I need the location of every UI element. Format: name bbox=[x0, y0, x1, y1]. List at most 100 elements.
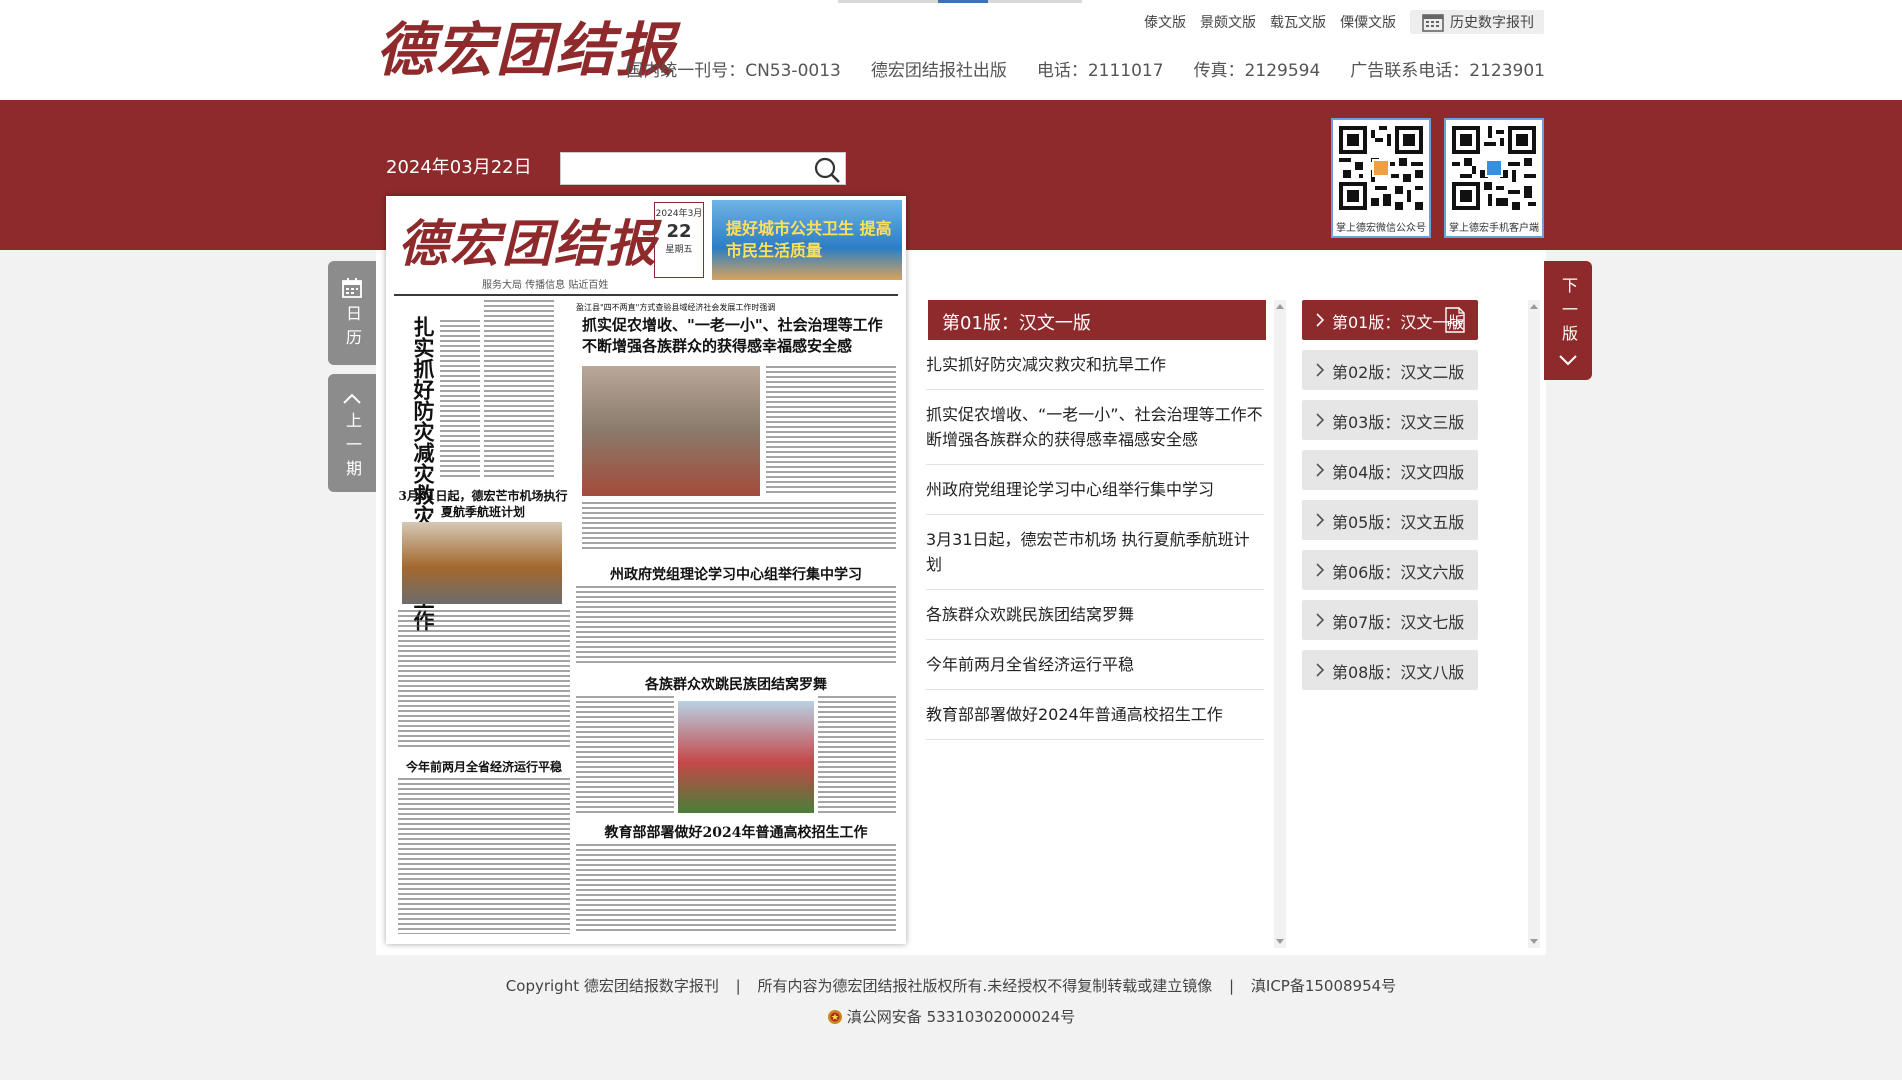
page-tab-08[interactable]: 第08版：汉文八版 bbox=[1302, 650, 1478, 690]
page-tab-label: 第08版：汉文八版 bbox=[1332, 663, 1465, 682]
chevron-right-icon bbox=[1316, 413, 1325, 427]
footer-copyright: Copyright 德宏团结报数字报刊 bbox=[505, 977, 719, 995]
paper-headline-airport: 3月31日起，德宏芒市机场执行夏航季航班计划 bbox=[398, 489, 568, 519]
article-item[interactable]: 各族群众欢跳民族团结窝罗舞 bbox=[926, 590, 1264, 640]
police-badge-icon bbox=[827, 1009, 842, 1024]
page-tab-06[interactable]: 第06版：汉文六版 bbox=[1302, 550, 1478, 590]
page-tab-07[interactable]: 第07版：汉文七版 bbox=[1302, 600, 1478, 640]
newspaper-banner-text: 提好城市公共卫生 提高市民生活质量 bbox=[726, 219, 892, 260]
article-item[interactable]: 3月31日起，德宏芒市机场 执行夏航季航班计划 bbox=[926, 515, 1264, 590]
site-header: 德宏团结报 傣文版 景颇文版 载瓦文版 傈僳文版 历史数字报刊 国内统一刊号：C… bbox=[0, 0, 1902, 100]
newspaper-page-image[interactable]: 德宏团结报 服务大局 传播信息 贴近百姓 2024年3月 22 星期五 提好城市… bbox=[386, 196, 906, 944]
prev-issue-tab[interactable]: 上一期 bbox=[328, 374, 376, 492]
newspaper-datebox: 2024年3月 22 星期五 bbox=[654, 202, 704, 278]
footer-police-record[interactable]: 滇公网安备 53310302000024号 bbox=[847, 1006, 1075, 1027]
paper-photo-meeting bbox=[582, 366, 760, 496]
archive-label: 历史数字报刊 bbox=[1450, 15, 1534, 31]
article-item[interactable]: 州政府党组理论学习中心组举行集中学习 bbox=[926, 465, 1264, 515]
chevron-right-icon bbox=[1316, 313, 1325, 327]
chevron-right-icon bbox=[1316, 513, 1325, 527]
paper-text-block bbox=[576, 696, 674, 816]
chevron-right-icon bbox=[1316, 463, 1325, 477]
next-page-label: 下一版 bbox=[1559, 277, 1578, 349]
qr-app: 掌上德宏手机客户端 bbox=[1444, 118, 1544, 238]
newspaper-title: 德宏团结报 bbox=[398, 214, 658, 273]
paper-text-block bbox=[398, 610, 570, 750]
qr-app-caption: 掌上德宏手机客户端 bbox=[1449, 223, 1539, 234]
issue-date: 2024年03月22日 bbox=[386, 157, 532, 178]
page-tab-01[interactable]: 第01版：汉文一版 PDF bbox=[1302, 300, 1478, 340]
page-tab-label: 第07版：汉文七版 bbox=[1332, 613, 1465, 632]
paper-headline-exam: 教育部部署做好2024年普通高校招生工作 bbox=[604, 825, 868, 841]
language-links: 傣文版 景颇文版 载瓦文版 傈僳文版 历史数字报刊 bbox=[1144, 10, 1544, 34]
lang-link-jingpo[interactable]: 景颇文版 bbox=[1200, 12, 1256, 32]
paper-headline-kicker: 盈江县"四不两直"方式查验县域经济社会发展工作时强调 bbox=[576, 303, 776, 312]
next-page-tab[interactable]: 下一版 bbox=[1544, 261, 1592, 380]
paper-photo-airport bbox=[402, 522, 562, 604]
qr-code-icon bbox=[1452, 126, 1536, 210]
paper-headline-study: 州政府党组理论学习中心组举行集中学习 bbox=[610, 567, 862, 583]
newspaper-day: 22 bbox=[666, 221, 692, 242]
section-title: 第01版：汉文一版 bbox=[928, 300, 1266, 340]
page-tabs-scrollbar[interactable] bbox=[1528, 300, 1540, 948]
publication-info: 国内统一刊号：CN53-0013 德宏团结报社出版 电话：2111017 传真：… bbox=[626, 56, 1545, 81]
newspaper-rule bbox=[394, 294, 898, 296]
paper-text-block bbox=[766, 366, 896, 496]
search-icon[interactable] bbox=[813, 156, 841, 184]
chevron-right-icon bbox=[1316, 663, 1325, 677]
svg-text:PDF: PDF bbox=[1447, 320, 1463, 328]
page-tab-label: 第06版：汉文六版 bbox=[1332, 563, 1465, 582]
article-item[interactable]: 扎实抓好防灾减灾救灾和抗旱工作 bbox=[926, 340, 1264, 390]
page-tabs: 第01版：汉文一版 PDF 第02版：汉文二版 第03版：汉文三版 第04版：汉… bbox=[1302, 300, 1478, 700]
prev-issue-label: 上一期 bbox=[343, 412, 362, 484]
brand-band bbox=[0, 100, 1902, 250]
calendar-tab[interactable]: 日历 bbox=[328, 261, 376, 365]
paper-headline-main: 抓实促农增收、"一老一小"、社会治理等工作 bbox=[582, 316, 883, 334]
qr-wechat: 掌上德宏微信公众号 bbox=[1331, 118, 1431, 238]
article-list-scrollbar[interactable] bbox=[1274, 300, 1286, 948]
archive-button[interactable]: 历史数字报刊 bbox=[1410, 10, 1544, 34]
paper-photo-dance bbox=[678, 701, 814, 813]
qr-code-icon bbox=[1339, 126, 1423, 210]
lang-link-lisu[interactable]: 傈僳文版 bbox=[1340, 12, 1396, 32]
paper-headline-economy: 今年前两月全省经济运行平稳 bbox=[405, 760, 562, 774]
calendar-icon bbox=[342, 278, 362, 298]
footer-separator: | bbox=[1229, 977, 1235, 995]
paper-text-block bbox=[582, 502, 896, 552]
page-tab-02[interactable]: 第02版：汉文二版 bbox=[1302, 350, 1478, 390]
article-item[interactable]: 教育部部署做好2024年普通高校招生工作 bbox=[926, 690, 1264, 740]
paper-text-block bbox=[576, 844, 896, 934]
pdf-icon[interactable]: PDF bbox=[1444, 307, 1466, 333]
article-item[interactable]: 抓实促农增收、“一老一小”、社会治理等工作不断增强各族群众的获得感幸福感安全感 bbox=[926, 390, 1264, 465]
paper-text-block bbox=[818, 696, 896, 816]
lang-link-zaiwa[interactable]: 载瓦文版 bbox=[1270, 12, 1326, 32]
search-box bbox=[560, 152, 846, 185]
page-tab-label: 第02版：汉文二版 bbox=[1332, 363, 1465, 382]
page-tab-05[interactable]: 第05版：汉文五版 bbox=[1302, 500, 1478, 540]
paper-text-block bbox=[440, 320, 480, 480]
newspaper-slogan: 服务大局 传播信息 贴近百姓 bbox=[482, 280, 609, 291]
calendar-tab-label: 日历 bbox=[343, 305, 362, 353]
info-publisher: 德宏团结报社出版 bbox=[870, 61, 1007, 81]
article-item[interactable]: 今年前两月全省经济运行平稳 bbox=[926, 640, 1264, 690]
page-tab-label: 第03版：汉文三版 bbox=[1332, 413, 1465, 432]
info-fax: 传真：2129594 bbox=[1193, 61, 1321, 81]
footer-separator: | bbox=[735, 977, 741, 995]
lang-link-dai[interactable]: 傣文版 bbox=[1144, 12, 1186, 32]
article-list: 扎实抓好防灾减灾救灾和抗旱工作 抓实促农增收、“一老一小”、社会治理等工作不断增… bbox=[926, 340, 1264, 740]
paper-text-block bbox=[576, 586, 896, 666]
page-tab-04[interactable]: 第04版：汉文四版 bbox=[1302, 450, 1478, 490]
newspaper-masthead: 德宏团结报 服务大局 传播信息 贴近百姓 2024年3月 22 星期五 提好城市… bbox=[386, 196, 906, 304]
paper-text-block bbox=[484, 300, 554, 480]
info-issn: 国内统一刊号：CN53-0013 bbox=[626, 61, 841, 81]
newspaper-banner: 提好城市公共卫生 提高市民生活质量 bbox=[712, 200, 902, 280]
page-tab-03[interactable]: 第03版：汉文三版 bbox=[1302, 400, 1478, 440]
footer-rights: 所有内容为德宏团结报社版权所有.未经授权不得复制转载或建立镜像 bbox=[757, 977, 1213, 995]
qr-wechat-caption: 掌上德宏微信公众号 bbox=[1336, 223, 1426, 234]
paper-headline-dance: 各族群众欢跳民族团结窝罗舞 bbox=[645, 677, 827, 693]
footer-icp-link[interactable]: 滇ICP备15008954号 bbox=[1251, 977, 1396, 995]
chevron-up-icon bbox=[343, 393, 361, 404]
paper-text-block bbox=[398, 778, 570, 934]
search-input[interactable] bbox=[561, 153, 801, 184]
info-phone: 电话：2111017 bbox=[1036, 61, 1164, 81]
